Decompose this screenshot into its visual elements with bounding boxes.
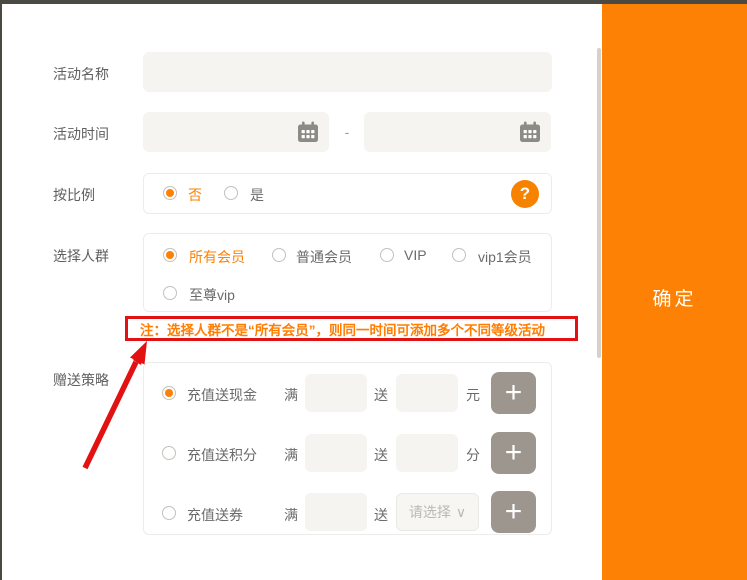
scrollbar-thumb[interactable] (597, 48, 601, 358)
confirm-panel: 确定 (602, 4, 747, 580)
calendar-icon[interactable] (297, 121, 319, 143)
coupon-threshold-input[interactable] (305, 493, 367, 531)
radio-recharge-coupon[interactable] (162, 506, 176, 520)
strategy-label: 赠送策略 (53, 370, 109, 390)
radio-supreme-vip-label[interactable]: 至尊vip (189, 285, 235, 305)
coupon-select[interactable]: 请选择 ∨ (396, 493, 479, 531)
give-label: 送 (374, 505, 388, 525)
window-left-edge (0, 0, 2, 580)
radio-recharge-cash[interactable] (162, 386, 176, 400)
date-range-separator: - (336, 124, 358, 140)
radio-normal-members[interactable] (272, 248, 286, 262)
radio-vip1[interactable] (452, 248, 466, 262)
radio-all-members[interactable] (163, 248, 177, 262)
cash-threshold-input[interactable] (305, 374, 367, 412)
radio-normal-members-label[interactable]: 普通会员 (296, 247, 352, 267)
radio-recharge-points[interactable] (162, 446, 176, 460)
note-highlight-box: 注：选择人群不是“所有会员”，则同一时间可添加多个不同等级活动 (125, 316, 578, 341)
radio-no-label[interactable]: 否 (188, 185, 202, 205)
by-ratio-label: 按比例 (53, 185, 95, 205)
by-ratio-group: 否 是 ? (143, 173, 552, 214)
points-threshold-input[interactable] (305, 434, 367, 472)
calendar-icon[interactable] (519, 121, 541, 143)
add-points-rule-button[interactable]: + (491, 432, 536, 474)
help-icon[interactable]: ? (511, 180, 539, 208)
coupon-select-placeholder: 请选择 (409, 502, 451, 522)
window-top-edge (0, 0, 747, 4)
radio-yes-label[interactable]: 是 (250, 185, 264, 205)
radio-recharge-cash-label[interactable]: 充值送现金 (187, 385, 257, 405)
radio-no[interactable] (163, 186, 177, 200)
recharge-activity-dialog: 活动名称 活动时间 - 按比例 否 (0, 0, 747, 580)
threshold-prefix: 满 (284, 385, 298, 405)
cash-amount-input[interactable] (396, 374, 458, 412)
threshold-prefix: 满 (284, 505, 298, 525)
activity-name-label: 活动名称 (53, 64, 109, 84)
strategy-group: 充值送现金 满 送 元 + 充值送积分 满 送 分 + 充值送券 满 送 请选择… (143, 362, 552, 535)
audience-group: 所有会员 普通会员 VIP vip1会员 至尊vip (143, 233, 552, 312)
radio-recharge-coupon-label[interactable]: 充值送券 (187, 505, 243, 525)
threshold-prefix: 满 (284, 445, 298, 465)
audience-label: 选择人群 (53, 246, 109, 266)
unit-yuan: 元 (466, 385, 480, 405)
chevron-down-icon: ∨ (456, 504, 466, 521)
add-coupon-rule-button[interactable]: + (491, 491, 536, 533)
radio-vip-label[interactable]: VIP (404, 247, 427, 263)
give-label: 送 (374, 445, 388, 465)
radio-yes[interactable] (224, 186, 238, 200)
points-amount-input[interactable] (396, 434, 458, 472)
unit-points: 分 (466, 445, 480, 465)
radio-recharge-points-label[interactable]: 充值送积分 (187, 445, 257, 465)
radio-vip1-label[interactable]: vip1会员 (478, 247, 532, 267)
radio-vip[interactable] (380, 248, 394, 262)
note-text: 注：选择人群不是“所有会员”，则同一时间可添加多个不同等级活动 (140, 319, 545, 339)
activity-time-label: 活动时间 (53, 124, 109, 144)
activity-name-input[interactable] (143, 52, 552, 92)
add-cash-rule-button[interactable]: + (491, 372, 536, 414)
radio-all-members-label[interactable]: 所有会员 (189, 247, 245, 267)
start-date-field[interactable] (143, 112, 329, 152)
radio-supreme-vip[interactable] (163, 286, 177, 300)
end-date-field[interactable] (364, 112, 551, 152)
give-label: 送 (374, 385, 388, 405)
confirm-button[interactable]: 确定 (602, 283, 747, 312)
